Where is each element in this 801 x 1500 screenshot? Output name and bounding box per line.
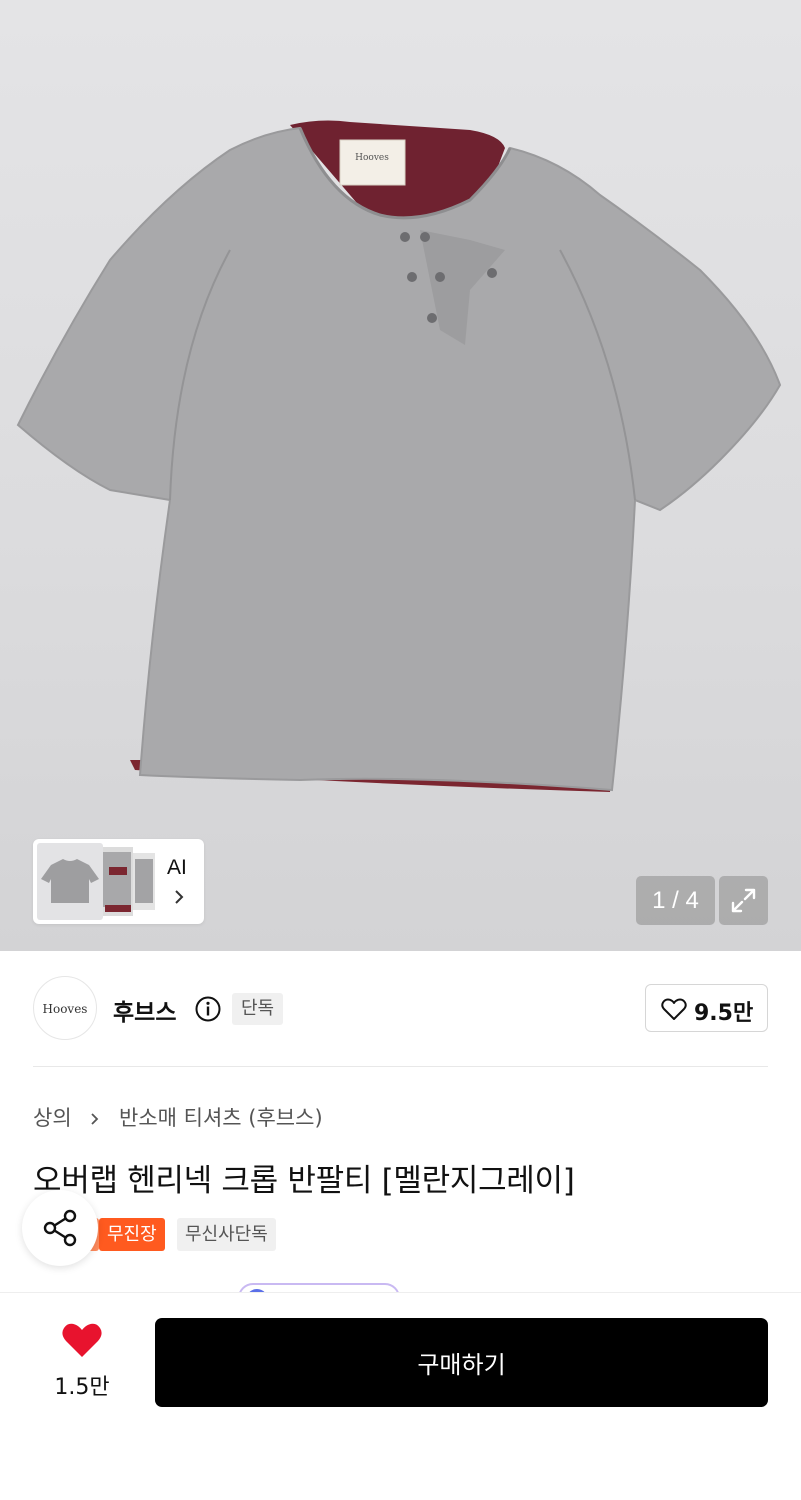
info-icon[interactable] [195, 996, 221, 1022]
expand-icon [731, 888, 756, 913]
thumbnail-3[interactable] [133, 853, 155, 910]
bottom-action-bar: 1.5만 구매하기 [0, 1292, 801, 1500]
breadcrumb-category[interactable]: 상의 [33, 1106, 72, 1130]
breadcrumb-subcategory[interactable]: 반소매 티셔츠 (후브스) [119, 1106, 323, 1130]
like-button[interactable]: 1.5만 [52, 1323, 112, 1413]
like-count: 1.5만 [54, 1375, 110, 1400]
badge-musinsa-exclusive: 무신사단독 [177, 1218, 276, 1251]
breadcrumb: 상의 반소매 티셔츠 (후브스) [33, 1102, 323, 1132]
chevron-right-icon [175, 890, 184, 904]
product-image-gallery[interactable]: Hooves AI 1 / 4 [0, 0, 801, 951]
product-photo: Hooves [16, 120, 782, 792]
brand-like-button[interactable]: 9.5만 [645, 984, 768, 1032]
exclusive-tag: 단독 [232, 993, 284, 1025]
brand-name[interactable]: 후브스 [113, 993, 176, 1027]
image-counter: 1 / 4 [636, 876, 715, 925]
badge-mujinjang: 무진장 [99, 1218, 165, 1251]
thumbnail-1[interactable] [37, 843, 103, 920]
share-icon [43, 1209, 77, 1247]
shirt-label-text: Hooves [355, 153, 389, 163]
product-title: 오버랩 헨리넥 크롭 반팔티 [멜란지그레이] [33, 1163, 575, 1199]
brand-logo[interactable]: Hooves [33, 976, 97, 1040]
chevron-right-icon [91, 1113, 99, 1125]
ai-label: AI [167, 856, 187, 879]
expand-button[interactable] [719, 876, 768, 925]
buy-button[interactable]: 구매하기 [155, 1318, 768, 1407]
brand-like-count: 9.5만 [694, 1001, 754, 1026]
share-button[interactable] [22, 1190, 98, 1266]
thumbnail-2[interactable] [103, 847, 133, 916]
heart-filled-icon [62, 1323, 102, 1357]
thumbnail-strip[interactable]: AI [33, 839, 204, 924]
divider [33, 1066, 768, 1067]
heart-outline-icon [661, 998, 687, 1020]
